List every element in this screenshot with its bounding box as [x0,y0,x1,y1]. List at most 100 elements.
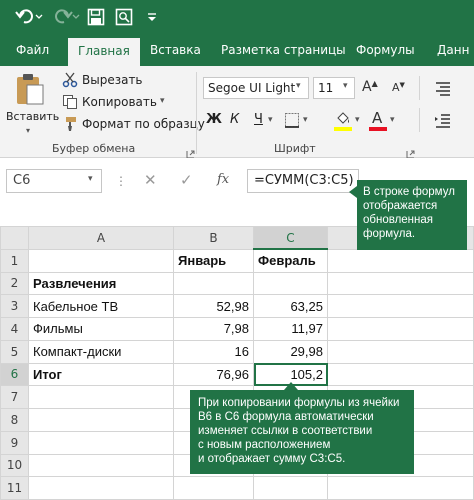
callout-arrow [284,382,298,390]
cell-c1[interactable]: Февраль [253,248,328,273]
column-header-a[interactable]: A [28,226,174,250]
borders-dropdown-icon[interactable]: ▾ [303,115,308,125]
cell-a7[interactable] [28,385,174,409]
cell-a4[interactable]: Фильмы [28,317,174,341]
cell-d1[interactable] [327,248,474,273]
formula-bar-handle-icon[interactable]: ⋮ [115,174,127,188]
tab-formulas[interactable]: Формулы [356,34,415,66]
paste-button[interactable]: Вставить ▾ [6,70,59,138]
tab-page-layout[interactable]: Разметка страницы [221,34,346,66]
cell-c11[interactable] [253,476,328,500]
underline-dropdown-icon[interactable]: ▾ [268,115,273,125]
cell-d2[interactable] [327,271,474,296]
callout-line: с новым расположением [198,439,331,451]
cut-button[interactable]: Вырезать [62,72,192,92]
bold-button[interactable]: Ж [206,112,222,127]
italic-button[interactable]: К [230,112,239,127]
row-header[interactable]: 3 [0,294,29,318]
row-header[interactable]: 2 [0,271,29,296]
grow-font-letter: A [362,79,372,95]
cell-d6[interactable] [327,362,474,387]
row-header[interactable]: 9 [0,430,29,455]
column-header-c[interactable]: C [253,226,328,251]
cell-b4[interactable]: 7,98 [173,317,254,341]
cell-b2[interactable] [173,271,254,296]
print-preview-icon[interactable] [114,7,134,27]
undo-icon[interactable] [14,7,44,27]
font-size-select[interactable]: 11 [313,77,355,99]
shrink-font-button[interactable]: A▼ [392,81,405,94]
cell-a9[interactable] [28,430,174,455]
save-icon[interactable] [86,7,106,27]
cell-a2[interactable]: Развлечения [28,271,174,296]
underline-button[interactable]: Ч [254,112,263,127]
tab-home[interactable]: Главная [68,38,140,66]
cell-a11[interactable] [28,476,174,500]
cell-a8[interactable] [28,408,174,432]
tab-insert[interactable]: Вставка [150,34,201,66]
fill-color-bar [334,127,352,131]
scissors-icon [62,72,78,92]
cell-b3[interactable]: 52,98 [173,294,254,318]
font-size-dropdown-icon[interactable]: ▾ [343,81,348,91]
cell-c5[interactable]: 29,98 [253,339,328,364]
row-header[interactable]: 11 [0,476,29,500]
cell-a1[interactable] [28,248,174,273]
cell-a5[interactable]: Компакт-диски [28,339,174,364]
copy-dropdown-icon: ▾ [160,96,165,106]
shrink-font-icon: ▼ [399,81,405,89]
row-header[interactable]: 1 [0,248,29,273]
formula-input[interactable]: =СУММ(C3:C5) [247,169,359,193]
cancel-icon[interactable]: ✕ [144,171,157,189]
formula-bar-callout: В строке формул отображается обновленная… [357,180,467,250]
cell-b1[interactable]: Январь [173,248,254,273]
row-header[interactable]: 10 [0,453,29,478]
cell-c2[interactable] [253,271,328,296]
tab-file[interactable]: Файл [16,34,49,66]
cell-c3[interactable]: 63,25 [253,294,328,318]
cell-a10[interactable] [28,453,174,478]
fill-color-dropdown-icon[interactable]: ▾ [355,115,360,125]
shrink-font-letter: A [392,81,400,94]
font-separator [419,76,420,100]
borders-icon[interactable] [284,112,300,132]
ribbon-home: Вставить ▾ Вырезать Копировать ▾ Формат … [0,66,474,159]
cell-b5[interactable]: 16 [173,339,254,364]
copy-formula-callout: При копировании формулы из ячейки B6 в C… [190,390,414,474]
enter-icon[interactable]: ✓ [180,171,193,189]
font-name-select[interactable]: Segoe UI Light [203,77,309,99]
insert-function-icon[interactable]: fx [217,172,229,187]
cell-c4[interactable]: 11,97 [253,317,328,341]
row-header[interactable]: 4 [0,317,29,341]
row-header[interactable]: 6 [0,362,29,387]
font-color-button[interactable]: A [372,109,382,127]
align-right-icon[interactable] [434,81,452,100]
grow-font-button[interactable]: A▲ [362,79,378,95]
cell-d3[interactable] [327,294,474,318]
cell-b6[interactable]: 76,96 [173,362,254,387]
indent-icon[interactable] [434,113,452,132]
redo-icon[interactable] [52,7,82,27]
row-header[interactable]: 5 [0,339,29,364]
column-header-b[interactable]: B [173,226,254,250]
cell-d4[interactable] [327,317,474,341]
tab-data[interactable]: Данн [437,34,469,66]
copy-button[interactable]: Копировать ▾ [62,94,192,114]
name-box-dropdown-icon[interactable]: ▾ [88,174,93,184]
format-painter-label: Формат по образцу [82,117,205,131]
cell-d5[interactable] [327,339,474,364]
row-header[interactable]: 8 [0,408,29,432]
font-name-dropdown-icon[interactable]: ▾ [296,81,301,91]
format-painter-button[interactable]: Формат по образцу [62,116,205,136]
cell-d11[interactable] [327,476,474,500]
callout-line: обновленная [363,214,434,226]
row-header[interactable]: 7 [0,385,29,409]
font-color-dropdown-icon[interactable]: ▾ [390,115,395,125]
customize-qat-icon[interactable] [144,7,160,27]
cell-b11[interactable] [173,476,254,500]
select-all-corner[interactable] [0,226,29,250]
format-painter-icon [62,116,78,136]
callout-line: формула. [363,228,416,240]
cell-a6[interactable]: Итог [28,362,174,387]
cell-a3[interactable]: Кабельное ТВ [28,294,174,318]
